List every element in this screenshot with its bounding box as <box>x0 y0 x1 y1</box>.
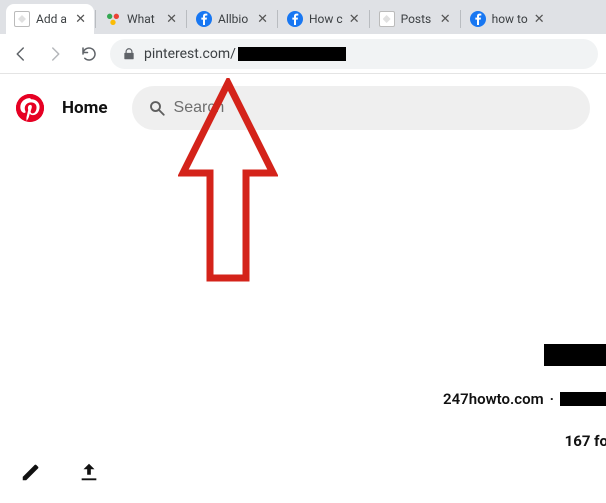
facebook-favicon-icon <box>196 11 212 27</box>
pinterest-logo[interactable] <box>16 94 44 122</box>
back-button[interactable] <box>8 41 34 67</box>
reload-button[interactable] <box>76 41 102 67</box>
browser-tab[interactable]: how to ✕ <box>462 4 553 34</box>
profile-separator: · <box>550 390 554 408</box>
app-topbar: Home <box>0 74 606 130</box>
facebook-favicon-icon <box>470 11 486 27</box>
tab-separator <box>186 10 187 28</box>
tab-close-icon[interactable]: ✕ <box>534 13 545 26</box>
tab-separator <box>277 10 278 28</box>
search-icon <box>148 99 166 117</box>
followers-count: 167 fo <box>565 432 606 450</box>
edit-button[interactable] <box>14 455 48 489</box>
profile-actions <box>14 455 106 489</box>
tab-close-icon[interactable]: ✕ <box>349 13 360 26</box>
browser-tab[interactable]: How c ✕ <box>279 4 368 34</box>
tab-close-icon[interactable]: ✕ <box>440 13 451 26</box>
profile-domain: 247howto.com <box>443 390 544 408</box>
tab-title: Allbio <box>218 12 251 26</box>
reload-icon <box>80 45 98 63</box>
tab-title: how to <box>492 12 528 26</box>
tab-title: What <box>127 12 160 26</box>
search-box[interactable] <box>132 86 590 130</box>
address-bar[interactable]: pinterest.com/ <box>110 39 598 69</box>
browser-tab[interactable]: Posts ✕ <box>371 4 459 34</box>
redacted-profile-extra <box>560 392 606 406</box>
tab-title: Add a <box>36 12 69 26</box>
tab-title: Posts <box>401 12 434 26</box>
pencil-icon <box>20 461 42 483</box>
browser-tab[interactable]: Allbio ✕ <box>188 4 276 34</box>
dots-favicon-icon <box>105 11 121 27</box>
browser-tab[interactable]: What ✕ <box>97 4 185 34</box>
url-text: pinterest.com/ <box>144 46 236 62</box>
tab-title: How c <box>309 12 343 26</box>
browser-toolbar: pinterest.com/ <box>0 34 606 74</box>
generic-favicon-icon <box>14 11 30 27</box>
generic-favicon-icon <box>379 11 395 27</box>
pinterest-icon <box>16 94 44 122</box>
redacted-profile-name <box>544 344 606 366</box>
browser-tab[interactable]: Add a ✕ <box>6 4 94 34</box>
forward-button <box>42 41 68 67</box>
upload-icon <box>78 461 100 483</box>
tab-close-icon[interactable]: ✕ <box>166 13 177 26</box>
browser-tab-strip: Add a ✕ What ✕ Allbio ✕ How c ✕ Posts ✕ how to ✕ <box>0 0 606 34</box>
tab-separator <box>95 10 96 28</box>
tab-close-icon[interactable]: ✕ <box>257 13 268 26</box>
tab-separator <box>460 10 461 28</box>
upload-button[interactable] <box>72 455 106 489</box>
facebook-favicon-icon <box>287 11 303 27</box>
profile-domain-line: 247howto.com · <box>443 390 606 408</box>
arrow-right-icon <box>46 45 64 63</box>
home-link[interactable]: Home <box>62 98 108 118</box>
lock-icon <box>122 47 136 61</box>
page-content: Home 247howto.com · 167 fo <box>0 74 606 503</box>
tab-separator <box>369 10 370 28</box>
redacted-url-segment <box>238 47 346 61</box>
tab-close-icon[interactable]: ✕ <box>75 13 86 26</box>
arrow-left-icon <box>12 45 30 63</box>
search-input[interactable] <box>174 99 574 117</box>
